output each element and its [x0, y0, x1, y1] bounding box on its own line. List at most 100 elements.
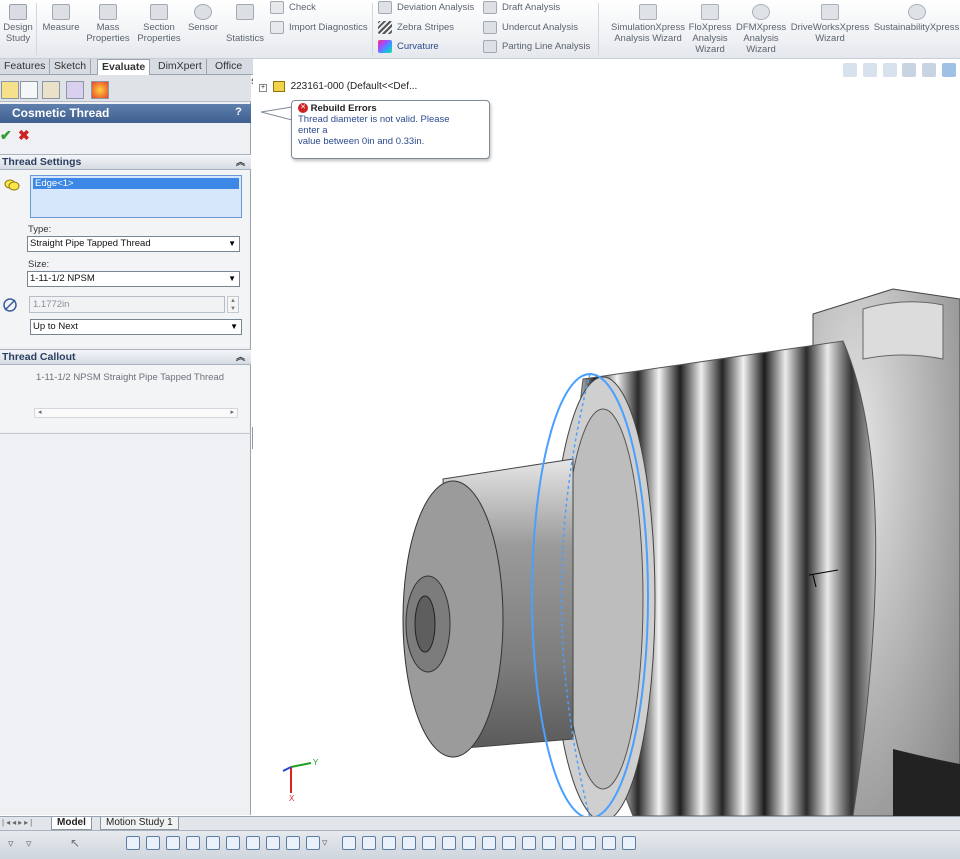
filter-cosmetic-thread-icon[interactable]	[462, 836, 476, 850]
tab-evaluate[interactable]: Evaluate	[97, 59, 151, 76]
configuration-manager-icon[interactable]	[42, 81, 60, 99]
filter-notes-icon[interactable]	[342, 836, 356, 850]
horizontal-scrollbar[interactable]: ◂ ▸	[34, 408, 238, 418]
chevron-down-icon: ▼	[230, 322, 238, 331]
previous-view-icon[interactable]	[882, 63, 897, 77]
property-manager-panel: Cosmetic Thread ? ✔ ✖ Thread Settings ︽ …	[0, 75, 251, 815]
filter-tables-icon[interactable]	[582, 836, 596, 850]
deviation-analysis-button[interactable]: Deviation Analysis	[378, 0, 474, 16]
filter-blocks-icon[interactable]	[562, 836, 576, 850]
display-manager-icon[interactable]	[91, 81, 109, 99]
tab-dimxpert[interactable]: DimXpert	[154, 59, 207, 75]
sustainabilityxpress-icon	[907, 4, 926, 20]
filter-dowel-icon[interactable]	[502, 836, 516, 850]
filter-center-mark-icon[interactable]	[522, 836, 536, 850]
filter-vertices-icon[interactable]	[126, 836, 140, 850]
curvature-button[interactable]: Curvature	[378, 39, 439, 55]
filter-balloons-icon[interactable]	[362, 836, 376, 850]
scroll-right-icon[interactable]: ▸	[230, 409, 234, 417]
filter-surfaces-icon[interactable]	[186, 836, 200, 850]
collapse-icon[interactable]: ︽	[236, 350, 245, 364]
part-model[interactable]: Y X	[253, 59, 960, 816]
filter-weld-icon[interactable]	[382, 836, 396, 850]
tooltip-line: Thread diameter is not valid. Please	[298, 114, 450, 125]
filter-gtol-icon[interactable]	[422, 836, 436, 850]
import-diagnostics-button[interactable]: Import Diagnostics	[270, 20, 368, 36]
filter-sketch-segments-icon[interactable]	[286, 836, 300, 850]
filter-centerline-icon[interactable]	[542, 836, 556, 850]
thread-callout-header[interactable]: Thread Callout ︽	[0, 349, 251, 365]
filter-hole-callout-icon[interactable]	[482, 836, 496, 850]
diameter-icon	[3, 298, 17, 312]
edge-selection-list[interactable]: Edge<1>	[30, 175, 242, 218]
diameter-field[interactable]: 1.1772in	[29, 296, 225, 313]
ok-button[interactable]: ✔	[0, 127, 12, 144]
design-study-button[interactable]: Design Study	[2, 4, 34, 44]
select-pointer-icon[interactable]: ↖	[70, 836, 80, 850]
sustainabilityxpress-button[interactable]: SustainabilityXpress	[873, 4, 960, 33]
measure-button[interactable]: Measure	[40, 4, 82, 33]
filter-surface-finish-icon[interactable]	[442, 836, 456, 850]
filter-toggle-icon[interactable]: ▿	[26, 837, 32, 850]
floxpress-icon	[701, 4, 719, 20]
zebra-stripes-button[interactable]: Zebra Stripes	[378, 20, 454, 36]
filter-sketch-icon[interactable]	[266, 836, 280, 850]
filter-icon[interactable]: ▿	[8, 837, 14, 850]
view-toolbar	[840, 63, 956, 79]
dfmxpress-button[interactable]: DFMXpress Analysis Wizard	[736, 4, 786, 55]
simulationxpress-button[interactable]: SimulationXpress Analysis Wizard	[610, 4, 686, 44]
draft-analysis-button[interactable]: Draft Analysis	[483, 0, 560, 16]
orientation-triad: Y X	[282, 758, 319, 803]
scroll-left-icon[interactable]: ◂	[38, 409, 42, 417]
section-properties-button[interactable]: Section Properties	[134, 4, 184, 44]
tab-scroll-arrows[interactable]: |◂◂▸▸|	[2, 818, 34, 827]
diameter-spinner[interactable]: ▲ ▼	[227, 296, 239, 313]
check-button[interactable]: Check	[270, 0, 316, 16]
rebuild-errors-tooltip: ✕ Rebuild Errors Thread diameter is not …	[291, 100, 490, 159]
thread-callout-text: 1-11-1/2 NPSM Straight Pipe Tapped Threa…	[36, 372, 225, 383]
filter-all-icon[interactable]	[622, 836, 636, 850]
filter-faces-icon[interactable]	[166, 836, 180, 850]
expand-icon[interactable]: +	[259, 84, 267, 93]
driveworksxpress-button[interactable]: DriveWorksXpress Wizard	[790, 4, 870, 44]
property-manager-icon[interactable]	[20, 81, 38, 99]
svg-text:Y: Y	[313, 758, 319, 767]
filter-edges-icon[interactable]	[146, 836, 160, 850]
end-condition-dropdown[interactable]: Up to Next ▼	[30, 319, 242, 335]
statistics-button[interactable]: Statistics	[224, 4, 266, 44]
filter-routing-icon[interactable]	[602, 836, 616, 850]
size-dropdown[interactable]: 1-11-1/2 NPSM ▼	[27, 271, 240, 287]
floxpress-button[interactable]: FloXpress Analysis Wizard	[688, 4, 732, 55]
list-item[interactable]: Edge<1>	[33, 178, 239, 189]
section-view-icon[interactable]	[902, 63, 917, 77]
help-button[interactable]: ?	[232, 105, 245, 120]
mass-properties-button[interactable]: Mass Properties	[84, 4, 132, 44]
filter-planes-icon[interactable]	[226, 836, 240, 850]
tab-sketch[interactable]: Sketch	[50, 59, 92, 75]
chevron-down-icon: ▼	[228, 239, 236, 248]
view-orientation-icon[interactable]	[922, 63, 937, 77]
filter-datum-icon[interactable]	[402, 836, 416, 850]
filter-axes-icon[interactable]	[206, 836, 220, 850]
type-dropdown[interactable]: Straight Pipe Tapped Thread ▼	[27, 236, 240, 252]
thread-callout-box[interactable]: 1-11-1/2 NPSM Straight Pipe Tapped Threa…	[30, 370, 242, 425]
collapse-icon[interactable]: ︽	[236, 155, 245, 169]
tab-motion-study[interactable]: Motion Study 1	[100, 817, 179, 830]
separator-icon: ▿	[322, 837, 328, 849]
filter-points-icon[interactable]	[246, 836, 260, 850]
tab-features[interactable]: Features	[0, 59, 51, 75]
tab-model[interactable]: Model	[51, 817, 92, 830]
zoom-to-fit-icon[interactable]	[843, 63, 858, 77]
graphics-area[interactable]: Y X + 223161-000 (Default<<Def... ✕ Rebu…	[253, 59, 960, 816]
sensor-button[interactable]: Sensor	[186, 4, 220, 33]
parting-line-analysis-button[interactable]: Parting Line Analysis	[483, 39, 590, 55]
dimxpert-manager-icon[interactable]	[66, 81, 84, 99]
zoom-to-area-icon[interactable]	[862, 63, 877, 77]
filter-dimensions-icon[interactable]	[306, 836, 320, 850]
display-style-icon[interactable]	[942, 63, 956, 77]
cancel-button[interactable]: ✖	[18, 127, 30, 144]
thread-settings-header[interactable]: Thread Settings ︽	[0, 154, 251, 170]
feature-tree-root[interactable]: + 223161-000 (Default<<Def...	[259, 81, 417, 93]
feature-manager-icon[interactable]	[1, 81, 19, 99]
undercut-analysis-button[interactable]: Undercut Analysis	[483, 20, 578, 36]
